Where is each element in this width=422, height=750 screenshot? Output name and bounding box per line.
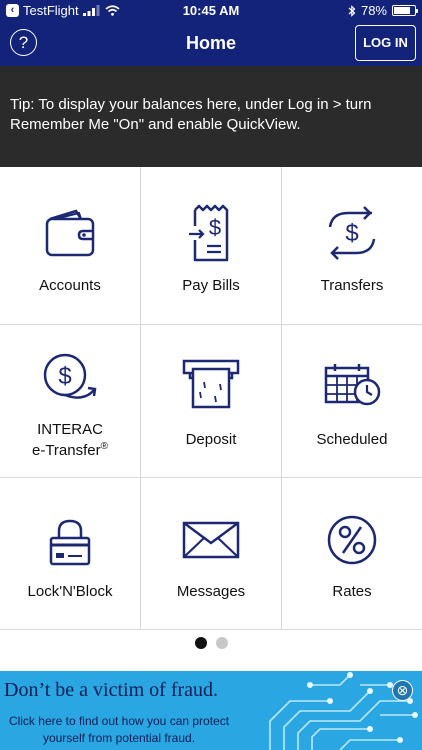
svg-text:$: $ (345, 220, 358, 247)
tip-text: Tip: To display your balances here, unde… (10, 96, 372, 133)
bluetooth-icon (348, 4, 356, 17)
page-dot-1[interactable] (194, 637, 207, 649)
etransfer-icon: $ (43, 353, 97, 399)
interac-line2: e-Transfer (31, 442, 101, 459)
svg-text:$: $ (58, 363, 71, 390)
tip-banner: Tip: To display your balances here, unde… (0, 66, 422, 167)
tile-transfers[interactable]: $ Transfers (282, 167, 422, 325)
envelope-icon (182, 521, 240, 559)
tile-interac-etransfer[interactable]: $ INTERAC e-Transfer® (0, 325, 141, 478)
banner-headline: Don’t be a victim of fraud. (4, 679, 219, 701)
login-button[interactable]: LOG IN (355, 25, 416, 61)
banner-subtext: Click here to find out how you can prote… (0, 713, 238, 747)
bill-icon: $ (189, 204, 229, 262)
tile-pay-bills-label: Pay Bills (182, 277, 240, 294)
tile-accounts-label: Accounts (39, 277, 101, 294)
tile-accounts[interactable]: Accounts (0, 167, 141, 325)
battery-icon (392, 5, 418, 16)
tile-interac-label: INTERAC e-Transfer® (0, 421, 140, 459)
interac-registered-mark: ® (100, 441, 108, 452)
quick-actions-grid: Accounts $ Pay Bills $ Transfers $ INTER… (0, 167, 422, 630)
interac-line1: INTERAC (37, 421, 103, 438)
tile-transfers-label: Transfers (320, 277, 384, 294)
wallet-icon (45, 209, 95, 257)
atm-deposit-icon (182, 359, 240, 409)
close-icon[interactable]: ⊗ (392, 680, 413, 701)
card-lock-icon (49, 519, 91, 566)
battery-percent: 78% (360, 3, 387, 18)
status-bar: ‹ TestFlight 10:45 AM 78% (0, 0, 422, 22)
tile-deposit-label: Deposit (185, 431, 237, 448)
calendar-clock-icon (324, 364, 381, 406)
tile-rates[interactable]: Rates (282, 478, 422, 630)
tile-deposit[interactable]: Deposit (141, 325, 282, 478)
navigation-bar: ? Home LOG IN (0, 22, 422, 66)
svg-text:$: $ (209, 215, 221, 240)
tile-messages-label: Messages (176, 583, 246, 600)
tile-rates-label: Rates (332, 583, 372, 600)
page-indicator (0, 637, 422, 653)
tile-lock-n-block-label: Lock'N'Block (27, 583, 113, 600)
tile-scheduled[interactable]: Scheduled (282, 325, 422, 478)
percent-icon (327, 515, 377, 565)
banner-sub-line2: yourself from potential fraud. (42, 731, 196, 745)
fraud-ad-banner[interactable]: Don’t be a victim of fraud. Click here t… (0, 671, 422, 750)
tile-lock-n-block[interactable]: Lock'N'Block (0, 478, 141, 630)
banner-sub-line1: Click here to find out how you can prote… (8, 714, 230, 728)
tile-pay-bills[interactable]: $ Pay Bills (141, 167, 282, 325)
transfer-arrows-icon: $ (328, 206, 376, 260)
page-dot-2[interactable] (215, 637, 228, 649)
tile-scheduled-label: Scheduled (316, 431, 388, 448)
tile-messages[interactable]: Messages (141, 478, 282, 630)
